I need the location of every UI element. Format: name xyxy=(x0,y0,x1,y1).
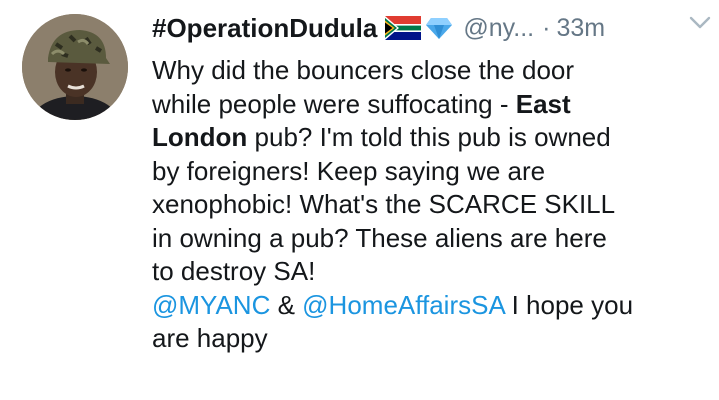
text-segment: are happy xyxy=(152,323,268,353)
text-segment: by foreigners! Keep saying we are xyxy=(152,155,546,186)
tweet-card[interactable]: #OperationDudula @ny... · 33m Why did th… xyxy=(0,0,719,400)
text-segment: while people were suffocating - xyxy=(152,88,516,119)
user-handle[interactable]: @ny... xyxy=(463,14,534,43)
mention-homeaffairssa-link[interactable]: @HomeAffairsSA xyxy=(302,290,504,320)
tweet-text-line: by foreigners! Keep saying we are xyxy=(152,155,712,189)
south-africa-flag-icon xyxy=(385,16,422,40)
tweet-text-line: in owning a pub? These aliens are here xyxy=(152,222,712,256)
display-name[interactable]: #OperationDudula xyxy=(152,13,377,44)
tweet-content: #OperationDudula @ny... · 33m Why did th… xyxy=(152,6,712,356)
tweet-text: Why did the bouncers close the door whil… xyxy=(152,54,712,356)
text-segment: pub? I'm told this pub is owned xyxy=(247,122,611,152)
bold-text-segment: East xyxy=(515,88,571,119)
mention-myanc-link[interactable]: @MYANC xyxy=(152,290,270,320)
avatar-image xyxy=(22,14,128,120)
chevron-down-icon[interactable] xyxy=(689,16,711,30)
text-segment: xenophobic! What's the SCARCE SKILL xyxy=(152,189,616,219)
text-segment: I hope you xyxy=(504,289,634,320)
tweet-text-line: xenophobic! What's the SCARCE SKILL xyxy=(152,188,712,222)
text-segment: Why did the bouncers close the door xyxy=(152,55,575,85)
separator-dot: · xyxy=(542,13,551,42)
gem-icon xyxy=(425,16,453,40)
tweet-text-line: @MYANC & @HomeAffairsSA I hope you xyxy=(152,289,712,323)
tweet-text-line: Why did the bouncers close the door xyxy=(152,54,712,88)
text-segment: to destroy SA! xyxy=(152,256,316,286)
text-segment: in owning a pub? These aliens are here xyxy=(152,222,607,253)
tweet-text-line: to destroy SA! xyxy=(152,255,712,289)
tweet-text-line: while people were suffocating - East xyxy=(152,88,712,122)
avatar[interactable] xyxy=(22,14,128,120)
timestamp[interactable]: 33m xyxy=(556,14,605,43)
tweet-text-line: are happy xyxy=(152,322,712,356)
text-segment: & xyxy=(270,289,303,320)
tweet-text-line: London pub? I'm told this pub is owned xyxy=(152,121,712,155)
tweet-header: #OperationDudula @ny... · 33m xyxy=(152,6,712,50)
bold-text-segment: London xyxy=(152,122,248,152)
